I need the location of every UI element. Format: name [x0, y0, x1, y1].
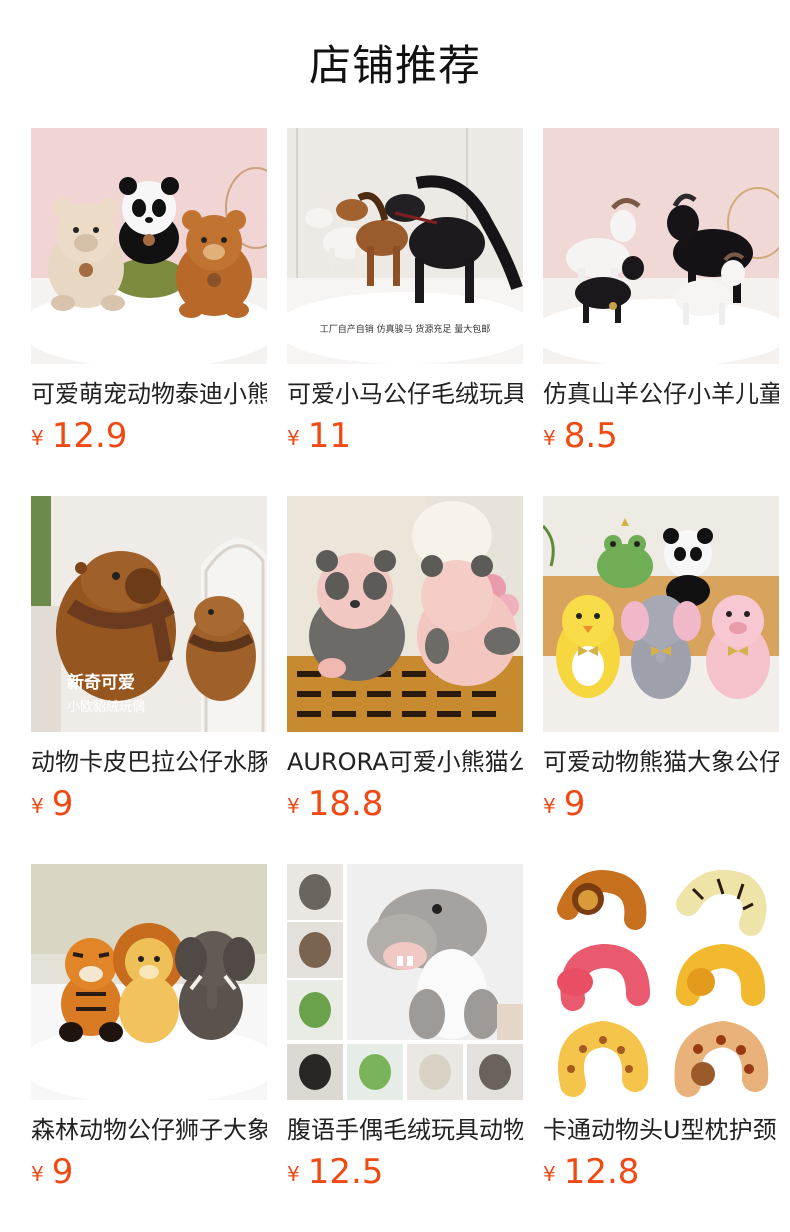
product-name[interactable]: 腹语手偶毛绒玩具动物 [287, 1114, 523, 1146]
product-price: ¥12.9 [31, 416, 127, 456]
product-name[interactable]: 森林动物公仔狮子大象 [31, 1114, 267, 1146]
product-image[interactable] [543, 128, 779, 364]
price-value: 9 [51, 1152, 74, 1192]
product-name[interactable]: 可爱动物熊猫大象公仔 [543, 746, 779, 778]
product-price: ¥11 [287, 416, 351, 456]
product-name[interactable]: AURORA可爱小熊猫公仔 [287, 746, 523, 778]
price-value: 9 [51, 784, 74, 824]
price-value: 12.9 [51, 416, 128, 456]
product-name[interactable]: 动物卡皮巴拉公仔水豚 [31, 746, 267, 778]
product-price: ¥8.5 [543, 416, 618, 456]
product-card[interactable]: 腹语手偶毛绒玩具动物 ¥12.5 [287, 864, 523, 1194]
currency-symbol: ¥ [287, 426, 300, 450]
currency-symbol: ¥ [31, 426, 44, 450]
price-value: 11 [307, 416, 351, 456]
product-name[interactable]: 可爱小马公仔毛绒玩具 [287, 378, 523, 410]
product-price: ¥18.8 [287, 784, 383, 824]
product-name[interactable]: 仿真山羊公仔小羊儿童 [543, 378, 779, 410]
product-name[interactable]: 可爱萌宠动物泰迪小熊 [31, 378, 267, 410]
product-price: ¥9 [31, 1152, 73, 1192]
currency-symbol: ¥ [287, 794, 300, 818]
page-title: 店铺推荐 [308, 41, 481, 90]
price-value: 12.5 [307, 1152, 384, 1192]
product-image[interactable] [287, 496, 523, 732]
product-name[interactable]: 卡通动物头U型枕护颈 [543, 1114, 779, 1146]
currency-symbol: ¥ [543, 1162, 556, 1186]
currency-symbol: ¥ [543, 794, 556, 818]
image-caption-main: 新奇可爱 [67, 672, 135, 693]
product-price: ¥12.5 [287, 1152, 383, 1192]
currency-symbol: ¥ [31, 1162, 44, 1186]
currency-symbol: ¥ [287, 1162, 300, 1186]
product-card[interactable]: 工厂自产自销 仿真骏马 货源充足 量大包邮 可爱小马公仔毛绒玩具 ¥11 [287, 128, 523, 458]
product-image[interactable] [543, 864, 779, 1100]
image-caption-sub: 小欧貂绒玩偶 [67, 700, 145, 715]
product-card[interactable]: 仿真山羊公仔小羊儿童 ¥8.5 [543, 128, 779, 458]
product-card[interactable]: 卡通动物头U型枕护颈 ¥12.8 [543, 864, 779, 1194]
product-image[interactable]: 工厂自产自销 仿真骏马 货源充足 量大包邮 [287, 128, 523, 364]
product-image[interactable] [543, 496, 779, 732]
currency-symbol: ¥ [543, 426, 556, 450]
product-price: ¥9 [543, 784, 585, 824]
product-price: ¥9 [31, 784, 73, 824]
product-price: ¥12.8 [543, 1152, 639, 1192]
price-value: 18.8 [307, 784, 384, 824]
product-image[interactable]: 新奇可爱 小欧貂绒玩偶 [31, 496, 267, 732]
product-card[interactable]: AURORA可爱小熊猫公仔 ¥18.8 [287, 496, 523, 826]
price-value: 8.5 [563, 416, 618, 456]
price-value: 9 [563, 784, 586, 824]
product-card[interactable]: 新奇可爱 小欧貂绒玩偶 动物卡皮巴拉公仔水豚 ¥9 [31, 496, 267, 826]
price-value: 12.8 [563, 1152, 640, 1192]
image-caption: 工厂自产自销 仿真骏马 货源充足 量大包邮 [320, 323, 491, 335]
product-card[interactable]: 森林动物公仔狮子大象 ¥9 [31, 864, 267, 1194]
product-image[interactable] [287, 864, 523, 1100]
product-card[interactable]: 可爱动物熊猫大象公仔 ¥9 [543, 496, 779, 826]
currency-symbol: ¥ [31, 794, 44, 818]
product-image[interactable] [31, 864, 267, 1100]
product-card[interactable]: 可爱萌宠动物泰迪小熊 ¥12.9 [31, 128, 267, 458]
product-image[interactable] [31, 128, 267, 364]
